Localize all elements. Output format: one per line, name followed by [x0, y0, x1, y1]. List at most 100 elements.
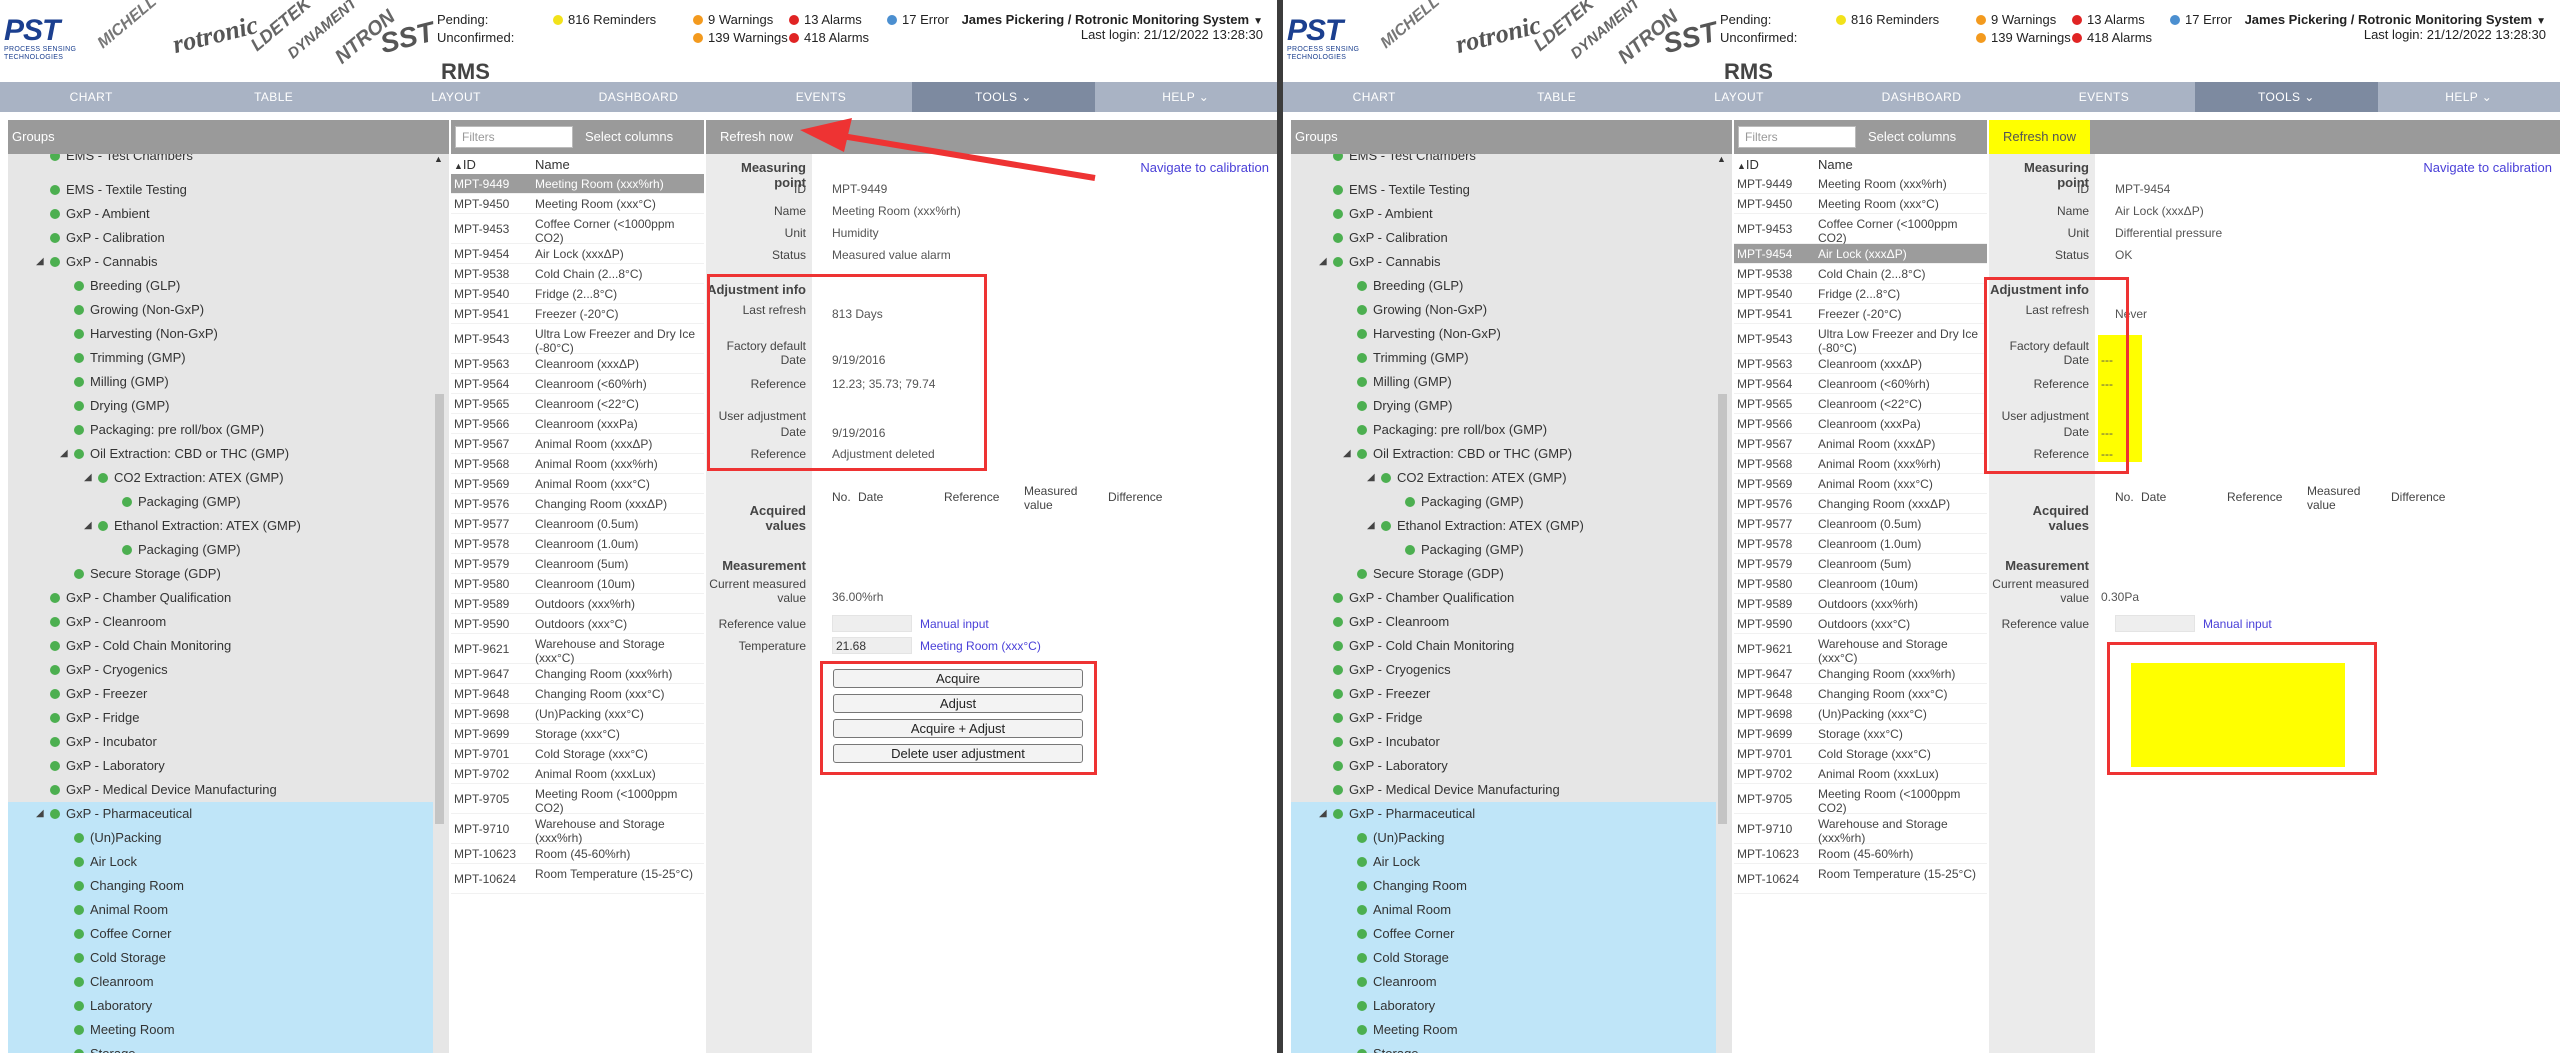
expand-caret-icon[interactable]: ◢ [1367, 514, 1375, 538]
group-item[interactable]: Air Lock [8, 850, 433, 874]
list-item[interactable]: MPT-9449 Meeting Room (xxx%rh) [1734, 174, 1987, 194]
warnings-pending-badge[interactable]: 9 Warnings [693, 12, 773, 27]
group-item[interactable]: Cleanroom [8, 970, 433, 994]
list-item[interactable]: MPT-9577 Cleanroom (0.5um) [451, 514, 704, 534]
list-item[interactable]: MPT-9702 Animal Room (xxxLux) [1734, 764, 1987, 784]
refresh-now-button[interactable]: Refresh now [1989, 120, 2090, 154]
list-item[interactable]: MPT-9578 Cleanroom (1.0um) [451, 534, 704, 554]
list-item[interactable]: MPT-9589 Outdoors (xxx%rh) [451, 594, 704, 614]
warnings-unconfirmed-badge[interactable]: 139 Warnings [693, 30, 788, 45]
tab-dashboard[interactable]: DASHBOARD [547, 82, 729, 112]
group-item[interactable]: ◢ Ethanol Extraction: ATEX (GMP) [8, 514, 433, 538]
list-item[interactable]: MPT-9566 Cleanroom (xxxPa) [451, 414, 704, 434]
group-item[interactable]: GxP - Fridge [8, 706, 433, 730]
warnings-pending-badge[interactable]: 9 Warnings [1976, 12, 2056, 27]
list-item[interactable]: MPT-9543 Ultra Low Freezer and Dry Ice (-… [1734, 324, 1987, 355]
group-item[interactable]: Milling (GMP) [1291, 370, 1716, 394]
group-item[interactable]: GxP - Chamber Qualification [8, 586, 433, 610]
group-item[interactable]: ◢ GxP - Cannabis [1291, 250, 1716, 274]
group-item[interactable]: Secure Storage (GDP) [8, 562, 433, 586]
expand-caret-icon[interactable]: ◢ [60, 442, 68, 466]
list-item[interactable]: MPT-9698 (Un)Packing (xxx°C) [451, 704, 704, 724]
list-item[interactable]: MPT-9648 Changing Room (xxx°C) [1734, 684, 1987, 704]
alarms-unconfirmed-badge[interactable]: 418 Alarms [789, 30, 869, 45]
group-item[interactable]: GxP - Incubator [8, 730, 433, 754]
group-item[interactable]: Milling (GMP) [8, 370, 433, 394]
group-item[interactable]: Storage [1291, 1042, 1716, 1053]
list-item[interactable]: MPT-9578 Cleanroom (1.0um) [1734, 534, 1987, 554]
expand-caret-icon[interactable]: ◢ [1319, 802, 1327, 826]
list-item[interactable]: MPT-9647 Changing Room (xxx%rh) [451, 664, 704, 684]
group-item[interactable]: Coffee Corner [8, 922, 433, 946]
group-item[interactable]: Air Lock [1291, 850, 1716, 874]
list-item[interactable]: MPT-9699 Storage (xxx°C) [451, 724, 704, 744]
list-item[interactable]: MPT-9450 Meeting Room (xxx°C) [1734, 194, 1987, 214]
expand-caret-icon[interactable]: ◢ [84, 466, 92, 490]
list-item[interactable]: MPT-9705 Meeting Room (<1000ppm CO2) [451, 784, 704, 815]
list-item[interactable]: MPT-9580 Cleanroom (10um) [1734, 574, 1987, 594]
warnings-unconfirmed-badge[interactable]: 139 Warnings [1976, 30, 2071, 45]
group-item[interactable]: ◢ CO2 Extraction: ATEX (GMP) [8, 466, 433, 490]
list-item[interactable]: MPT-9579 Cleanroom (5um) [451, 554, 704, 574]
tab-events[interactable]: EVENTS [730, 82, 912, 112]
group-item[interactable]: GxP - Cryogenics [1291, 658, 1716, 682]
list-item[interactable]: MPT-9565 Cleanroom (<22°C) [1734, 394, 1987, 414]
group-item[interactable]: GxP - Cold Chain Monitoring [8, 634, 433, 658]
group-item[interactable]: GxP - Chamber Qualification [1291, 586, 1716, 610]
column-id-header[interactable]: ▲ID [454, 157, 476, 172]
group-item[interactable]: Animal Room [1291, 898, 1716, 922]
group-item[interactable]: GxP - Calibration [1291, 226, 1716, 250]
list-item[interactable]: MPT-9538 Cold Chain (2...8°C) [451, 264, 704, 284]
tab-table[interactable]: TABLE [1465, 82, 1647, 112]
group-item[interactable]: Animal Room [8, 898, 433, 922]
expand-caret-icon[interactable]: ◢ [1319, 250, 1327, 274]
list-item[interactable]: MPT-9590 Outdoors (xxx°C) [1734, 614, 1987, 634]
group-item[interactable]: Cold Storage [1291, 946, 1716, 970]
filter-input[interactable]: Filters [455, 126, 573, 148]
list-item[interactable]: MPT-9564 Cleanroom (<60%rh) [1734, 374, 1987, 394]
group-item[interactable]: Packaging (GMP) [8, 490, 433, 514]
list-item[interactable]: MPT-9705 Meeting Room (<1000ppm CO2) [1734, 784, 1987, 815]
group-item[interactable]: EMS - Test Chambers [1291, 154, 1716, 168]
list-item[interactable]: MPT-10624 Room Temperature (15-25°C) [1734, 864, 1987, 894]
scroll-up-icon[interactable]: ▲ [434, 154, 443, 164]
group-item[interactable]: Breeding (GLP) [8, 274, 433, 298]
group-item[interactable]: GxP - Cryogenics [8, 658, 433, 682]
expand-caret-icon[interactable]: ◢ [36, 802, 44, 826]
group-item[interactable]: GxP - Calibration [8, 226, 433, 250]
expand-caret-icon[interactable]: ◢ [36, 250, 44, 274]
list-item[interactable]: MPT-9579 Cleanroom (5um) [1734, 554, 1987, 574]
group-item[interactable]: GxP - Ambient [8, 202, 433, 226]
group-item[interactable]: Laboratory [8, 994, 433, 1018]
filter-input[interactable]: Filters [1738, 126, 1856, 148]
errors-badge[interactable]: 17 Error [2170, 12, 2232, 27]
list-item[interactable]: MPT-9540 Fridge (2...8°C) [451, 284, 704, 304]
acquire-button[interactable]: Acquire [833, 669, 1083, 688]
group-item[interactable]: Coffee Corner [1291, 922, 1716, 946]
list-item[interactable]: MPT-9538 Cold Chain (2...8°C) [1734, 264, 1987, 284]
reminders-badge[interactable]: 816 Reminders [1836, 12, 1939, 27]
list-item[interactable]: MPT-9563 Cleanroom (xxxΔP) [1734, 354, 1987, 374]
scroll-up-icon[interactable]: ▲ [1717, 154, 1726, 164]
group-item[interactable]: (Un)Packing [8, 826, 433, 850]
list-item[interactable]: MPT-9454 Air Lock (xxxΔP) [1734, 244, 1987, 264]
group-item[interactable]: Secure Storage (GDP) [1291, 562, 1716, 586]
alarms-pending-badge[interactable]: 13 Alarms [2072, 12, 2145, 27]
list-item[interactable]: MPT-9567 Animal Room (xxxΔP) [451, 434, 704, 454]
reminders-badge[interactable]: 816 Reminders [553, 12, 656, 27]
adjust-button[interactable]: Adjust [833, 694, 1083, 713]
pst-logo[interactable]: PST PROCESS SENSING TECHNOLOGIES [4, 16, 80, 64]
group-item[interactable]: Trimming (GMP) [1291, 346, 1716, 370]
reference-value-input[interactable] [2115, 615, 2195, 632]
list-item[interactable]: MPT-9541 Freezer (-20°C) [1734, 304, 1987, 324]
group-item[interactable]: Drying (GMP) [8, 394, 433, 418]
group-item[interactable]: GxP - Incubator [1291, 730, 1716, 754]
list-item[interactable]: MPT-9541 Freezer (-20°C) [451, 304, 704, 324]
refresh-now-button[interactable]: Refresh now [706, 120, 807, 154]
group-item[interactable]: ◢ Oil Extraction: CBD or THC (GMP) [1291, 442, 1716, 466]
navigate-to-calibration-link[interactable]: Navigate to calibration [2423, 160, 2552, 175]
list-item[interactable]: MPT-9563 Cleanroom (xxxΔP) [451, 354, 704, 374]
user-menu[interactable]: James Pickering / Rotronic Monitoring Sy… [962, 12, 1263, 42]
group-item[interactable]: Trimming (GMP) [8, 346, 433, 370]
group-item[interactable]: GxP - Freezer [1291, 682, 1716, 706]
